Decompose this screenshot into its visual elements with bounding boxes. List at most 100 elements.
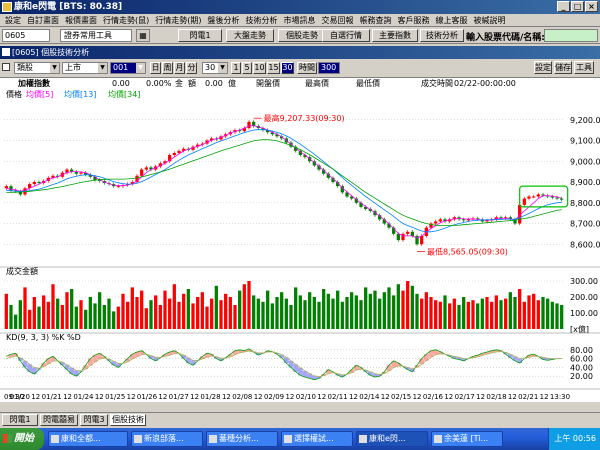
candle-body <box>527 196 531 199</box>
candle-body <box>438 219 442 222</box>
volume-bar <box>158 305 162 329</box>
time-label[interactable]: 時間 <box>297 62 317 74</box>
period-minute-button[interactable]: 分 <box>186 62 197 74</box>
x-tick-label: 02/11 <box>328 393 348 401</box>
toolbar-button-watchlist[interactable]: 自選行情 <box>322 29 370 42</box>
toolbar-button-major-index[interactable]: 主要指數 <box>372 29 418 42</box>
menu-item-trend-futures[interactable]: 行情走勢(期) <box>152 14 204 26</box>
taskbar-item-5[interactable]: 康和e閃... <box>356 431 428 447</box>
volume-bar <box>256 298 260 329</box>
menu-item-market-news[interactable]: 市場訊息 <box>281 14 319 26</box>
window-icon <box>359 435 367 443</box>
menu-item-after-hours[interactable]: 盤後分析 <box>205 14 243 26</box>
tab-flash-easy[interactable]: 閃電囍易 <box>40 414 78 426</box>
volume-bar <box>88 297 92 329</box>
tab-flash3[interactable]: 閃電3 <box>80 414 108 426</box>
child-title-text: [0605] 個股技術分析 <box>12 48 90 57</box>
volume-bar <box>294 287 298 329</box>
minimize-button[interactable]: _ <box>557 1 570 12</box>
menu-item-help[interactable]: 被緘説明 <box>471 14 509 26</box>
toolbar-button-market-trend[interactable]: 大盤走勢 <box>226 29 274 42</box>
close-button[interactable]: × <box>585 1 598 12</box>
period-month-button[interactable]: 月 <box>174 62 185 74</box>
candle-body <box>144 167 148 170</box>
volume-bar <box>51 284 55 329</box>
volume-bar <box>196 297 200 329</box>
volume-bar <box>378 298 382 329</box>
x-tick-label: 01/20 <box>10 393 30 401</box>
settings-button[interactable]: 設定 <box>534 61 552 74</box>
period-week-button[interactable]: 周 <box>162 62 173 74</box>
menu-item-settings[interactable]: 設定 <box>2 14 24 26</box>
minute-30-button[interactable]: 30 <box>281 62 294 74</box>
toolbar-button-flash1[interactable]: 閃電1 <box>178 29 222 42</box>
toolbar-icon-button[interactable]: ▦ <box>136 29 150 42</box>
menu-item-online-support[interactable]: 線上客服 <box>433 14 471 26</box>
start-button[interactable]: 開始 <box>0 428 44 450</box>
menu-item-trade-report[interactable]: 交易回報 <box>319 14 357 26</box>
taskbar-item-3[interactable]: 蕃穗分析... <box>206 431 278 447</box>
volume-bar <box>555 303 559 329</box>
menu-item-quote-screen[interactable]: 報價畫面 <box>62 14 100 26</box>
volume-bar <box>471 300 475 329</box>
menu-item-technical[interactable]: 技術分析 <box>243 14 281 26</box>
taskbar-item-2[interactable]: 新浪部落... <box>131 431 203 447</box>
candle-body <box>434 221 438 224</box>
x-tick-label: 12 <box>349 393 358 401</box>
technical-chart[interactable]: 9,200.00 9,100.00 9,000.00 8,900.00 8,800.00… <box>0 89 600 402</box>
maximize-button[interactable]: □ <box>571 1 584 12</box>
volume-bar <box>116 306 120 329</box>
search-input[interactable] <box>544 29 598 42</box>
market-select[interactable]: 上市 ▼ <box>62 62 108 74</box>
menu-item-service[interactable]: 客戶服務 <box>395 14 433 26</box>
minute-1-button[interactable]: 1 <box>231 62 241 74</box>
stock-code-select[interactable]: 0605 <box>2 29 50 42</box>
volume-bar <box>406 281 410 329</box>
volume-bar <box>340 301 344 329</box>
volume-tick-label: 300.00 <box>570 277 598 286</box>
expand-icon[interactable] <box>2 63 10 71</box>
volume-bar <box>345 297 349 329</box>
volume-bar <box>18 300 22 329</box>
count-input[interactable]: 300 <box>318 62 340 74</box>
volume-bar <box>490 301 494 329</box>
volume-bar <box>424 292 428 329</box>
volume-bar <box>56 298 60 329</box>
taskbar-item-6[interactable]: 余美蓮 [Ti... <box>431 431 503 447</box>
tools-button[interactable]: 工具 <box>574 61 594 74</box>
volume-bar <box>9 305 13 329</box>
interval-select[interactable]: 30 ▼ <box>202 62 228 74</box>
volume-bar <box>275 297 279 329</box>
tab-technical[interactable]: 個股技術 <box>110 414 146 426</box>
candle-body <box>560 198 564 200</box>
volume-bar <box>434 300 438 329</box>
minute-15-button[interactable]: 15 <box>267 62 280 74</box>
minute-5-button[interactable]: 5 <box>242 62 252 74</box>
volume-bar <box>140 290 144 329</box>
volume-bar <box>144 308 148 329</box>
tab-flash1[interactable]: 閃電1 <box>2 414 38 426</box>
menu-item-account[interactable]: 帳務查詢 <box>357 14 395 26</box>
menu-item-custom-screen[interactable]: 自訂畫面 <box>24 14 62 26</box>
save-button[interactable]: 儲存 <box>554 61 572 74</box>
volume-bar <box>98 292 102 329</box>
code-select[interactable]: 001 ▼ <box>110 62 146 74</box>
volume-bar <box>368 293 372 329</box>
toolbar-button-stock-trend[interactable]: 個股走勢 <box>278 29 326 42</box>
taskbar-item-4[interactable]: 選擇權試... <box>281 431 353 447</box>
taskbar-item-1[interactable]: 康和全都... <box>48 431 128 447</box>
window-icon <box>51 435 59 443</box>
tool-group-select[interactable]: 證券常用工具 <box>60 29 132 42</box>
period-day-button[interactable]: 日 <box>150 62 161 74</box>
menu-item-trend-stock[interactable]: 行情走勢(鼠) <box>100 14 152 26</box>
volume-bar <box>200 292 204 329</box>
x-tick-label: 12 <box>127 393 136 401</box>
volume-bar <box>242 284 246 329</box>
type-select[interactable]: 類股 ▼ <box>14 62 60 74</box>
x-tick-label: 12 <box>254 393 263 401</box>
price-legend-item: 均價[13] <box>64 89 96 99</box>
toolbar-button-technical[interactable]: 技術分析 <box>420 29 464 42</box>
x-tick-label: 12 <box>476 393 485 401</box>
minute-10-button[interactable]: 10 <box>253 62 266 74</box>
volume-bar <box>23 287 27 329</box>
